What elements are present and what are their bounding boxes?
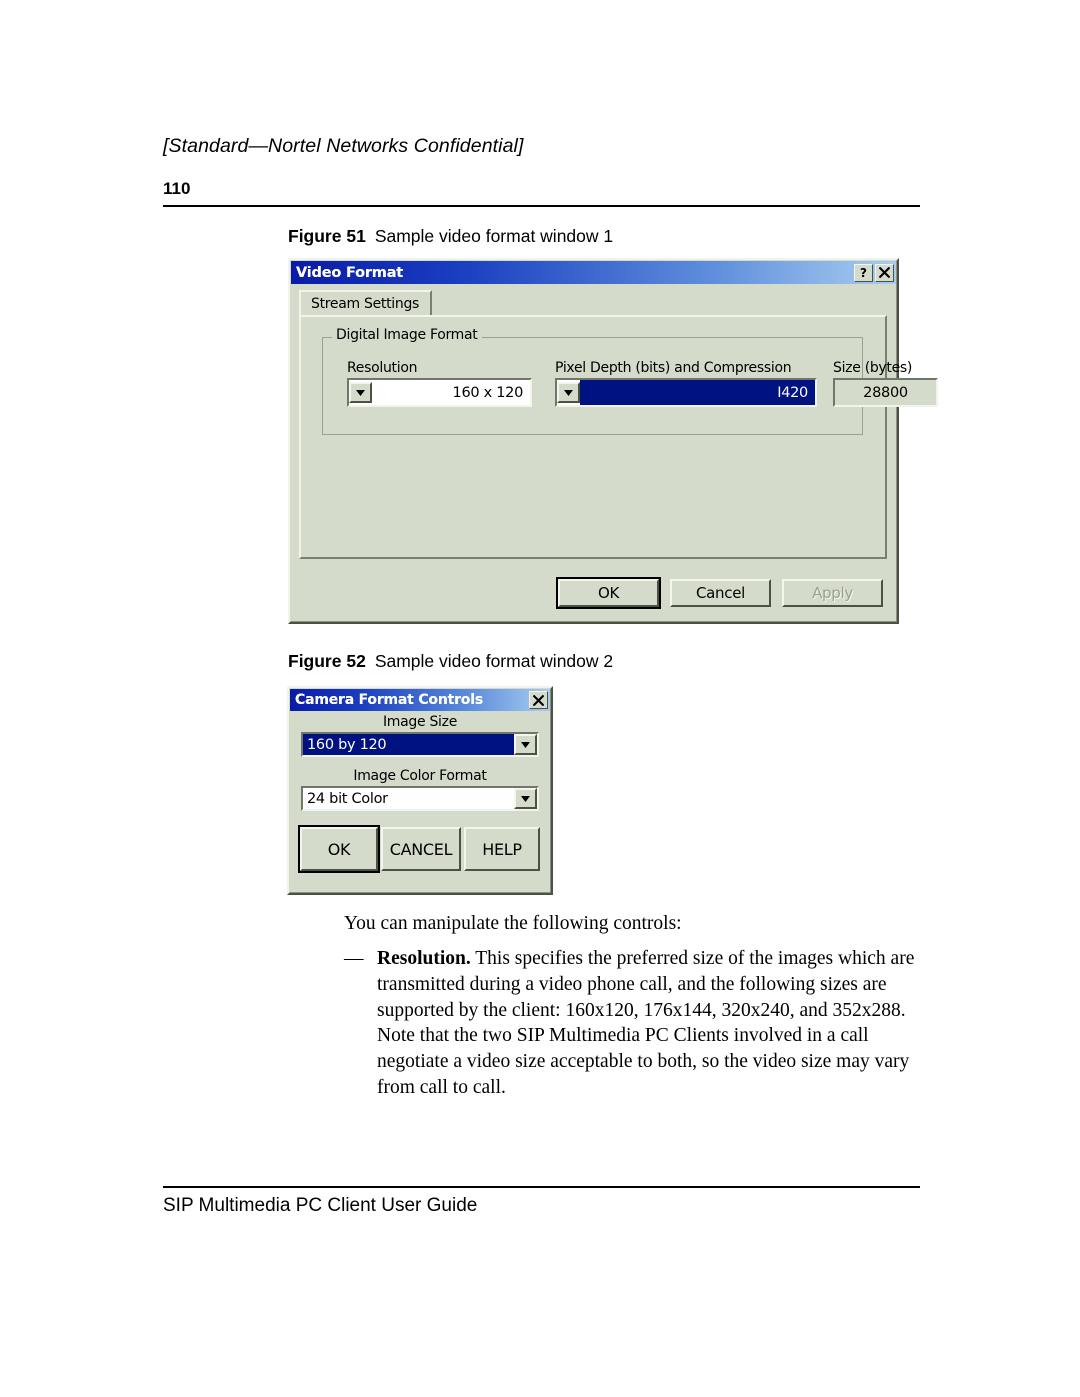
tabstrip: Stream Settings [299, 290, 433, 316]
cancel-button-label: Cancel [695, 584, 745, 602]
close-icon[interactable] [529, 691, 548, 709]
camera-format-titlebar[interactable]: Camera Format Controls [290, 689, 550, 711]
pixel-depth-value: I420 [580, 380, 815, 405]
image-color-format-value: 24 bit Color [307, 790, 388, 807]
image-color-format-combo[interactable]: 24 bit Color [301, 786, 539, 811]
resolution-bullet: — Resolution. This specifies the preferr… [344, 946, 934, 1101]
stream-settings-panel: Digital Image Format Resolution 160 x 12… [299, 315, 938, 559]
dialog-frame-inner: Video Format ? Stream Settings Digital I… [290, 260, 938, 622]
chevron-down-icon[interactable] [514, 788, 537, 809]
dialog-frame-inner: Camera Format Controls Image Size 160 by… [289, 688, 551, 893]
camera-format-button-row: OK CANCEL HELP [298, 825, 540, 873]
image-size-value: 160 by 120 [303, 734, 514, 755]
cancel-button[interactable]: CANCEL [381, 827, 461, 871]
help-button[interactable]: HELP [464, 827, 540, 871]
close-icon[interactable] [875, 263, 894, 282]
page-header: [Standard—Nortel Networks Confidential] [163, 135, 923, 158]
ok-button-label: OK [597, 584, 620, 602]
header-divider [163, 205, 920, 207]
size-label: Size (bytes) [833, 360, 913, 376]
figure-52-caption-text: Sample video format window 2 [374, 651, 614, 671]
cancel-button-label: CANCEL [389, 839, 453, 859]
video-format-title: Video Format [296, 264, 404, 281]
pixel-depth-field: Pixel Depth (bits) and Compression I420 [555, 360, 817, 407]
video-format-button-row: OK Cancel Apply [556, 577, 883, 609]
cancel-button[interactable]: Cancel [670, 579, 771, 607]
figure-51-caption: Figure 51 Sample video format window 1 [288, 226, 613, 247]
video-format-dialog: Video Format ? Stream Settings Digital I… [288, 258, 938, 624]
bullet-body: Resolution. This specifies the preferred… [377, 946, 934, 1101]
apply-button: Apply [782, 579, 883, 607]
pixel-depth-label: Pixel Depth (bits) and Compression [555, 360, 792, 376]
apply-button-label: Apply [812, 584, 853, 602]
figure-52-number: Figure 52 [288, 651, 366, 671]
svg-text:?: ? [860, 266, 867, 279]
resolution-field: Resolution 160 x 120 [347, 360, 532, 407]
size-value: 28800 [863, 384, 908, 401]
figure-51-caption-text: Sample video format window 1 [374, 226, 614, 246]
help-button-label: HELP [482, 839, 522, 859]
chevron-down-icon[interactable] [349, 382, 372, 403]
tab-stream-settings[interactable]: Stream Settings [299, 290, 433, 316]
confidentiality-notice: [Standard—Nortel Networks Confidential] [163, 135, 524, 157]
pixel-depth-combo[interactable]: I420 [555, 378, 817, 407]
tab-stream-settings-label: Stream Settings [311, 296, 420, 312]
bullet-dash: — [344, 948, 364, 969]
digital-image-format-label: Digital Image Format [332, 327, 482, 343]
intro-paragraph: You can manipulate the following control… [344, 913, 682, 934]
resolution-label: Resolution [347, 360, 418, 376]
chevron-down-icon[interactable] [514, 734, 537, 755]
ok-button[interactable]: OK [298, 825, 380, 873]
video-format-titlebar[interactable]: Video Format ? [291, 261, 896, 284]
digital-image-format-group: Digital Image Format Resolution 160 x 12… [322, 327, 938, 435]
size-readout: 28800 [833, 378, 938, 407]
figure-52-caption: Figure 52 Sample video format window 2 [288, 651, 613, 672]
help-icon[interactable]: ? [854, 263, 873, 282]
bullet-term: Resolution. [377, 948, 471, 969]
chevron-down-icon[interactable] [557, 382, 580, 403]
camera-format-controls-dialog: Camera Format Controls Image Size 160 by… [287, 686, 553, 895]
figure-51-number: Figure 51 [288, 226, 366, 246]
image-color-format-label: Image Color Format [353, 768, 487, 784]
ok-button[interactable]: OK [556, 577, 661, 609]
footer-divider [163, 1186, 920, 1188]
camera-format-body: Image Size 160 by 120 Image Color Format… [290, 711, 550, 892]
image-size-label: Image Size [382, 714, 458, 730]
bullet-description: This specifies the preferred size of the… [377, 948, 915, 1098]
size-field: Size (bytes) 28800 [833, 360, 938, 407]
resolution-combo[interactable]: 160 x 120 [347, 378, 532, 407]
page-number: 110 [163, 179, 191, 198]
dialog-frame-outer: Camera Format Controls Image Size 160 by… [287, 686, 553, 895]
dialog-frame-outer: Video Format ? Stream Settings Digital I… [288, 258, 938, 624]
footer-title: SIP Multimedia PC Client User Guide [163, 1195, 478, 1216]
image-size-combo[interactable]: 160 by 120 [301, 732, 539, 757]
resolution-value: 160 x 120 [452, 384, 524, 401]
camera-format-title: Camera Format Controls [295, 692, 483, 708]
ok-button-label: OK [327, 839, 351, 859]
